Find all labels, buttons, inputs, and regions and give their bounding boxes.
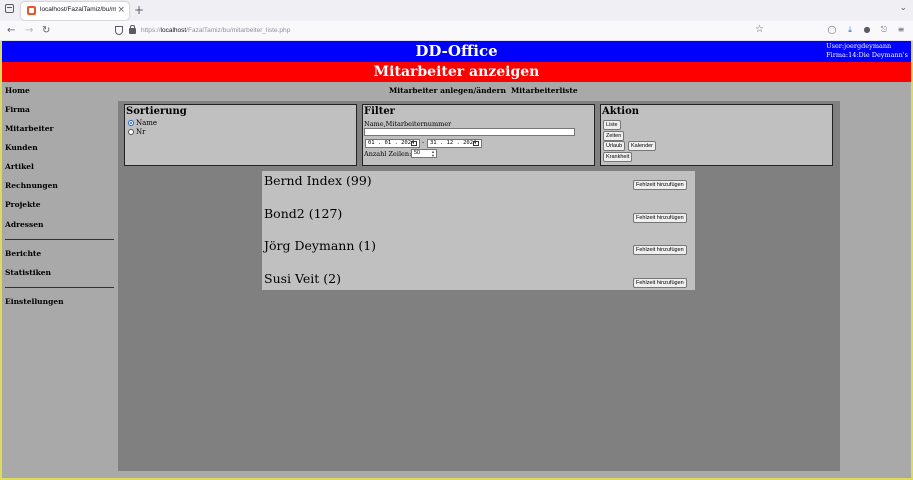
date-from-input[interactable]: 01 . 01 . 2024 <box>365 139 420 148</box>
filter-name-input[interactable] <box>364 128 575 136</box>
radio-icon[interactable] <box>128 129 134 135</box>
url-text[interactable]: https://localhost/FazalTamiz/bu/mitarbei… <box>141 26 290 36</box>
employee-name[interactable]: Susi Veit (2) <box>264 270 341 287</box>
chevron-down-icon[interactable]: ⌄ <box>899 3 907 13</box>
sort-panel: Sortierung Name Nr <box>124 104 357 166</box>
subnav-mitarbeiterliste[interactable]: Mitarbeiterliste <box>511 86 578 96</box>
list-item: Susi Veit (2) Fehlzeit hinzufügen <box>262 269 695 301</box>
bookmark-star-icon[interactable]: ☆ <box>755 24 764 35</box>
action-panel: Aktion Liste Zeiten Urlaub Kalender Kran… <box>600 104 833 166</box>
filter-panel: Filter Name,Mitarbeiternummer 01 . 01 . … <box>362 104 595 166</box>
sort-panel-title: Sortierung <box>126 106 187 117</box>
calendar-icon[interactable] <box>473 141 479 146</box>
sidebar-item-mitarbeiter[interactable]: Mitarbeiter <box>5 124 53 134</box>
app-header: DD-Office User:joergdeymann Firma:14:Die… <box>2 41 911 62</box>
page-header: Mitarbeiter anzeigen <box>2 62 911 82</box>
sidebar-divider <box>5 239 114 240</box>
list-item: Bernd Index (99) Fehlzeit hinzufügen <box>262 171 695 203</box>
tab-close-icon[interactable]: × <box>117 4 125 16</box>
tab-title: localhost/FazalTamiz/bu/mitarbe <box>40 6 116 13</box>
shield-icon[interactable] <box>115 26 123 35</box>
pocket-icon[interactable]: ◯ <box>827 25 837 35</box>
spinner-icon[interactable]: ▲ ▼ <box>431 150 435 158</box>
employee-name[interactable]: Jörg Deymann (1) <box>264 237 376 254</box>
download-icon[interactable]: ⤓ <box>845 25 855 35</box>
sidebar-item-artikel[interactable]: Artikel <box>5 162 34 172</box>
firma-line: Firma:14:Die Deymann's <box>826 51 908 59</box>
filter-panel-title: Filter <box>364 106 395 117</box>
browser-nav-bar: ← → ↻ https://localhost/FazalTamiz/bu/mi… <box>0 21 913 41</box>
forward-icon[interactable]: → <box>25 24 33 37</box>
add-absence-button[interactable]: Fehlzeit hinzufügen <box>633 278 687 288</box>
add-absence-button[interactable]: Fehlzeit hinzufügen <box>633 245 687 255</box>
calendar-icon[interactable] <box>411 141 417 146</box>
sidebar-divider <box>5 287 114 288</box>
rows-label: Anzahl Zeilen: <box>364 150 412 158</box>
sidebar-item-einstellungen[interactable]: Einstellungen <box>5 297 64 307</box>
kalender-button[interactable]: Kalender <box>628 141 657 151</box>
action-panel-title: Aktion <box>602 106 640 117</box>
tab-list-icon[interactable] <box>5 4 14 13</box>
employee-name[interactable]: Bernd Index (99) <box>264 172 372 189</box>
add-absence-button[interactable]: Fehlzeit hinzufügen <box>633 180 687 190</box>
sort-option-nr[interactable]: Nr <box>128 128 145 137</box>
sidebar-item-home[interactable]: Home <box>5 86 30 96</box>
subnav-mitarbeiter-anlegen[interactable]: Mitarbeiter anlegen/ändern <box>389 86 506 96</box>
sidebar-item-firma[interactable]: Firma <box>5 105 30 115</box>
add-absence-button[interactable]: Fehlzeit hinzufügen <box>633 213 687 223</box>
new-tab-button[interactable]: + <box>134 3 144 17</box>
back-icon[interactable]: ← <box>7 24 15 37</box>
employee-name[interactable]: Bond2 (127) <box>264 205 342 222</box>
sidebar-item-statistiken[interactable]: Statistiken <box>5 268 51 278</box>
reload-icon[interactable]: ↻ <box>42 24 50 37</box>
sidebar-item-adressen[interactable]: Adressen <box>5 220 43 230</box>
sidebar-item-rechnungen[interactable]: Rechnungen <box>5 181 58 191</box>
url-bar[interactable]: https://localhost/FazalTamiz/bu/mitarbei… <box>112 23 772 39</box>
account-icon[interactable]: ● <box>862 25 872 35</box>
sidebar-item-kunden[interactable]: Kunden <box>5 143 38 153</box>
sort-option-name[interactable]: Name <box>128 119 157 128</box>
favicon-icon <box>27 6 36 15</box>
sidebar-item-projekte[interactable]: Projekte <box>5 200 41 210</box>
zeiten-button[interactable]: Zeiten <box>603 131 625 141</box>
user-info: User:joergdeymann Firma:14:Die Deymann's <box>826 42 908 60</box>
liste-button[interactable]: Liste <box>603 120 621 130</box>
app-title: DD-Office <box>415 42 498 60</box>
date-separator: - <box>422 139 425 146</box>
krankheit-button[interactable]: Krankheit <box>603 152 633 162</box>
list-item: Jörg Deymann (1) Fehlzeit hinzufügen <box>262 236 695 268</box>
extensions-icon[interactable]: ⎋ <box>879 25 889 35</box>
rows-input[interactable]: 50 ▲ ▼ <box>411 149 437 158</box>
filter-name-label: Name,Mitarbeiternummer <box>364 120 452 128</box>
browser-tab-bar: localhost/FazalTamiz/bu/mitarbe × + ⌄ <box>0 0 913 21</box>
list-item: Bond2 (127) Fehlzeit hinzufügen <box>262 204 695 236</box>
employee-list: Bernd Index (99) Fehlzeit hinzufügen Bon… <box>262 171 695 290</box>
urlaub-button[interactable]: Urlaub <box>603 141 626 151</box>
user-line: User:joergdeymann <box>826 42 892 50</box>
date-to-input[interactable]: 31 . 12 . 2024 <box>427 139 482 148</box>
radio-selected-icon[interactable] <box>128 120 134 126</box>
menu-icon[interactable]: ≡ <box>896 25 906 35</box>
lock-icon[interactable] <box>129 25 136 34</box>
page-title: Mitarbeiter anzeigen <box>373 64 540 80</box>
browser-tab[interactable]: localhost/FazalTamiz/bu/mitarbe × <box>21 2 129 20</box>
sidebar-item-berichte[interactable]: Berichte <box>5 249 41 259</box>
